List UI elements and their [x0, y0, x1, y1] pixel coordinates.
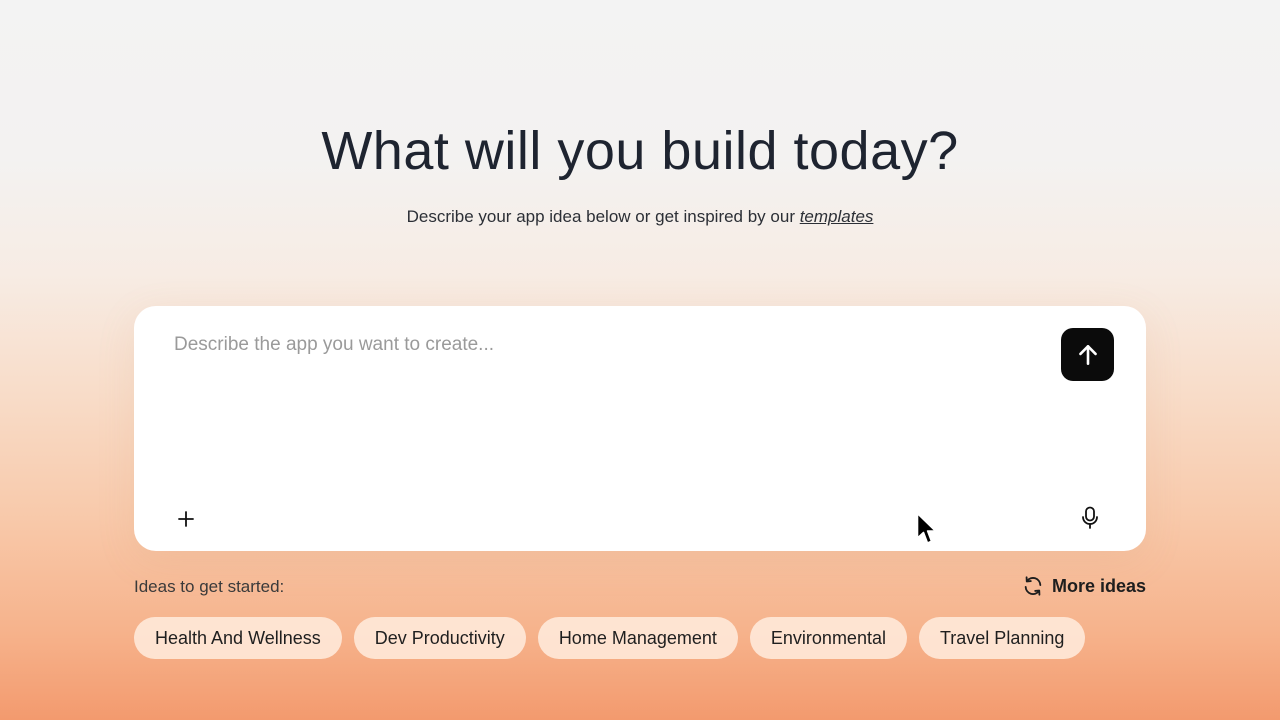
- microphone-icon: [1082, 506, 1098, 529]
- idea-chip-dev-productivity[interactable]: Dev Productivity: [353, 617, 526, 659]
- page-title: What will you build today?: [321, 121, 959, 181]
- more-ideas-button[interactable]: More ideas: [1022, 575, 1146, 597]
- idea-chips: Health And Wellness Dev Productivity Hom…: [134, 617, 1086, 659]
- prompt-card: [134, 306, 1146, 551]
- send-button[interactable]: [1061, 328, 1114, 381]
- refresh-icon: [1024, 576, 1042, 596]
- more-ideas-label: More ideas: [1051, 575, 1146, 596]
- microphone-button[interactable]: [1078, 505, 1102, 531]
- templates-link[interactable]: templates: [800, 207, 874, 226]
- idea-chip-home-management[interactable]: Home Management: [537, 617, 738, 659]
- plus-icon: [178, 511, 194, 527]
- page-subtitle: Describe your app idea below or get insp…: [0, 207, 1280, 227]
- ideas-label: Ideas to get started:: [134, 577, 285, 596]
- arrow-up-icon: [1078, 344, 1097, 365]
- idea-chip-environmental[interactable]: Environmental: [749, 617, 907, 659]
- attach-button[interactable]: [174, 507, 198, 531]
- app-description-input[interactable]: [174, 334, 1034, 474]
- idea-chip-health-and-wellness[interactable]: Health And Wellness: [134, 617, 342, 659]
- subtitle-text: Describe your app idea below or get insp…: [406, 207, 800, 226]
- idea-chip-travel-planning[interactable]: Travel Planning: [918, 617, 1086, 659]
